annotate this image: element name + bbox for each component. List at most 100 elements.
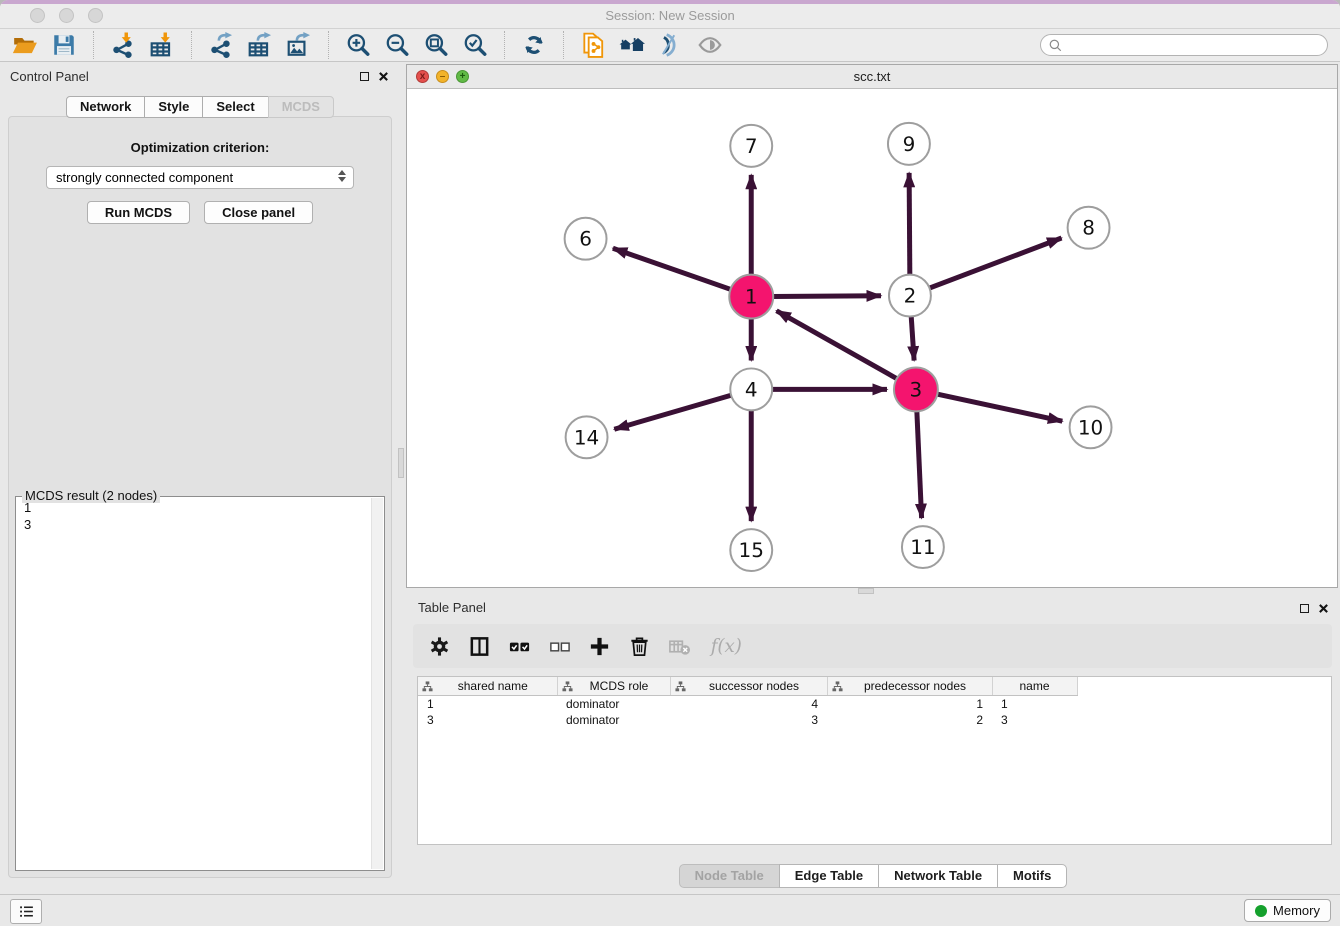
table-cell[interactable]: 3: [670, 712, 827, 728]
add-icon[interactable]: [588, 635, 611, 658]
node-3[interactable]: 3: [894, 367, 938, 411]
mcds-result-list[interactable]: 13: [18, 499, 371, 868]
homes-icon[interactable]: [619, 32, 645, 58]
columns-icon[interactable]: [468, 635, 491, 658]
toolbar-separator: [191, 31, 192, 59]
network-maximize-button[interactable]: +: [456, 70, 469, 83]
node-label-9: 9: [903, 132, 916, 156]
memory-button[interactable]: Memory: [1244, 899, 1331, 922]
table-cell[interactable]: 3: [418, 712, 557, 728]
gear-icon[interactable]: [428, 635, 451, 658]
edge-3-11[interactable]: [917, 410, 922, 518]
run-mcds-button[interactable]: Run MCDS: [87, 201, 190, 224]
edge-1-6[interactable]: [613, 248, 732, 289]
node-14[interactable]: 14: [566, 416, 608, 458]
tab-select[interactable]: Select: [202, 96, 268, 118]
node-label-10: 10: [1078, 415, 1103, 439]
table-toolbar: f(x): [413, 624, 1332, 668]
node-label-14: 14: [574, 425, 599, 449]
hide-neighbors-icon[interactable]: [658, 32, 684, 58]
tab-mcds[interactable]: MCDS: [268, 96, 334, 118]
refresh-icon[interactable]: [521, 32, 547, 58]
table-cell[interactable]: 1: [992, 696, 1077, 713]
node-8[interactable]: 8: [1068, 207, 1110, 249]
mcds-result-item[interactable]: 3: [18, 516, 371, 533]
import-table-icon[interactable]: [149, 32, 175, 58]
column-header-predecessor-nodes[interactable]: predecessor nodes: [827, 677, 992, 696]
column-header-shared-name[interactable]: shared name: [418, 677, 557, 696]
tab-network[interactable]: Network: [66, 96, 145, 118]
doc-network-icon[interactable]: [580, 32, 606, 58]
zoom-selected-icon[interactable]: [462, 32, 488, 58]
node-6[interactable]: 6: [565, 218, 607, 260]
edge-2-3[interactable]: [911, 317, 914, 361]
tab-network-table[interactable]: Network Table: [878, 864, 998, 888]
main-toolbar: [0, 29, 1340, 62]
mcds-result-box: MCDS result (2 nodes) 13: [15, 496, 385, 871]
tab-edge-table[interactable]: Edge Table: [779, 864, 879, 888]
column-header-MCDS-role[interactable]: MCDS role: [557, 677, 670, 696]
table-cell[interactable]: 3: [992, 712, 1077, 728]
task-history-button[interactable]: [10, 899, 42, 924]
edge-3-1[interactable]: [776, 311, 897, 379]
search-field[interactable]: [1040, 34, 1328, 56]
trash-icon[interactable]: [628, 635, 651, 658]
export-table-icon[interactable]: [247, 32, 273, 58]
deselect-all-icon[interactable]: [548, 635, 571, 658]
close-table-panel-icon[interactable]: [1318, 603, 1329, 614]
node-4[interactable]: 4: [730, 368, 772, 410]
table-cell[interactable]: dominator: [557, 712, 670, 728]
zoom-in-icon[interactable]: [345, 32, 371, 58]
import-network-icon[interactable]: [110, 32, 136, 58]
table-cell[interactable]: 1: [418, 696, 557, 713]
node-11[interactable]: 11: [902, 526, 944, 568]
tab-motifs[interactable]: Motifs: [997, 864, 1067, 888]
node-1[interactable]: 1: [729, 275, 773, 319]
network-window-titlebar[interactable]: x – + scc.txt: [407, 65, 1337, 89]
search-input[interactable]: [1067, 37, 1320, 54]
table-cell[interactable]: 1: [827, 696, 992, 713]
network-graph[interactable]: 7 9 6 8 1 2 4 3 14 10 15 11: [407, 88, 1337, 587]
tab-node-table[interactable]: Node Table: [679, 864, 780, 888]
zoom-out-icon[interactable]: [384, 32, 410, 58]
close-panel-button[interactable]: Close panel: [204, 201, 313, 224]
toolbar-separator: [328, 31, 329, 59]
node-label-6: 6: [579, 227, 592, 251]
float-panel-icon[interactable]: [360, 72, 369, 81]
horizontal-split-handle[interactable]: [858, 588, 874, 594]
tab-style[interactable]: Style: [144, 96, 203, 118]
node-15[interactable]: 15: [730, 529, 772, 571]
column-header-successor-nodes[interactable]: successor nodes: [670, 677, 827, 696]
edge-2-8[interactable]: [929, 238, 1061, 288]
table-row[interactable]: 1dominator411: [418, 696, 1077, 713]
open-folder-icon[interactable]: [12, 32, 38, 58]
node-10[interactable]: 10: [1070, 406, 1112, 448]
mcds-result-item[interactable]: 1: [18, 499, 371, 516]
network-canvas[interactable]: 7 9 6 8 1 2 4 3 14 10 15 11: [407, 88, 1337, 587]
node-9[interactable]: 9: [888, 123, 930, 165]
optimization-select[interactable]: strongly connected component: [46, 166, 354, 189]
float-table-panel-icon[interactable]: [1300, 604, 1309, 613]
close-panel-icon[interactable]: [378, 71, 389, 82]
table-cell[interactable]: dominator: [557, 696, 670, 713]
node-label-1: 1: [745, 285, 758, 309]
edge-1-2[interactable]: [772, 296, 881, 297]
edge-4-14[interactable]: [614, 395, 731, 429]
node-7[interactable]: 7: [730, 125, 772, 167]
network-minimize-button[interactable]: –: [436, 70, 449, 83]
export-network-icon[interactable]: [208, 32, 234, 58]
zoom-fit-icon[interactable]: [423, 32, 449, 58]
save-icon[interactable]: [51, 32, 77, 58]
vertical-split-handle[interactable]: [398, 448, 404, 478]
result-scrollbar[interactable]: [371, 498, 383, 869]
node-2[interactable]: 2: [889, 275, 931, 317]
table-cell[interactable]: 2: [827, 712, 992, 728]
select-all-icon[interactable]: [508, 635, 531, 658]
network-close-button[interactable]: x: [416, 70, 429, 83]
edge-3-10[interactable]: [936, 394, 1062, 421]
export-image-icon[interactable]: [286, 32, 312, 58]
edge-2-9[interactable]: [909, 173, 910, 275]
table-cell[interactable]: 4: [670, 696, 827, 713]
column-header-name[interactable]: name: [992, 677, 1077, 696]
table-row[interactable]: 3dominator323: [418, 712, 1077, 728]
